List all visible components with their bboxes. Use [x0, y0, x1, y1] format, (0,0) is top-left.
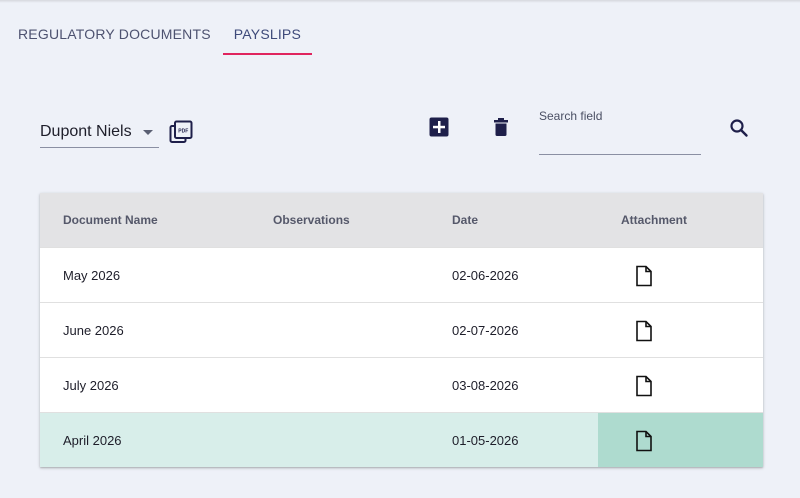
table-header: Document Name Observations Date Attachme… [40, 193, 763, 247]
column-header-date[interactable]: Date [452, 213, 478, 227]
payslips-table: Document Name Observations Date Attachme… [40, 193, 763, 467]
table-row[interactable]: May 2026 02-06-2026 [40, 247, 763, 302]
file-icon[interactable] [635, 320, 653, 342]
employee-select-value: Dupont Niels [40, 123, 132, 140]
tab-payslips[interactable]: PAYSLIPS [222, 14, 313, 55]
tab-bar: REGULATORY DOCUMENTS PAYSLIPS [0, 14, 313, 55]
active-tab-indicator [222, 53, 313, 55]
date-cell: 02-06-2026 [452, 268, 519, 283]
pdf-icon: PDF [169, 120, 193, 143]
date-cell: 01-05-2026 [452, 433, 519, 448]
column-header-document-name[interactable]: Document Name [63, 213, 158, 227]
attachment-cell [598, 413, 763, 467]
document-name-cell: May 2026 [63, 268, 121, 283]
add-box-icon [429, 117, 449, 137]
tab-label: PAYSLIPS [233, 26, 302, 42]
export-pdf-button[interactable]: PDF [169, 120, 193, 144]
tab-label: REGULATORY DOCUMENTS [18, 26, 211, 42]
app-bar-shadow [0, 0, 800, 3]
employee-select[interactable]: Dupont Niels [40, 118, 159, 148]
search-icon [730, 119, 748, 137]
attachment-cell [598, 248, 763, 302]
column-header-observations[interactable]: Observations [273, 213, 350, 227]
attachment-cell [598, 303, 763, 357]
search-field-label: Search field [539, 109, 603, 123]
file-icon[interactable] [635, 375, 653, 397]
document-name-cell: June 2026 [63, 323, 124, 338]
search-field[interactable]: Search field [539, 108, 701, 155]
table-row[interactable]: July 2026 03-08-2026 [40, 357, 763, 412]
trash-icon [494, 118, 508, 136]
add-document-button[interactable] [428, 116, 450, 138]
table-row[interactable]: June 2026 02-07-2026 [40, 302, 763, 357]
column-header-attachment[interactable]: Attachment [621, 213, 687, 227]
search-button[interactable] [727, 116, 751, 140]
svg-text:PDF: PDF [178, 128, 188, 134]
file-icon[interactable] [635, 430, 653, 452]
attachment-cell [598, 358, 763, 412]
date-cell: 03-08-2026 [452, 378, 519, 393]
document-name-cell: April 2026 [63, 433, 122, 448]
search-input[interactable] [539, 130, 701, 152]
table-row-selected[interactable]: April 2026 01-05-2026 [40, 412, 763, 467]
caret-down-icon [143, 130, 153, 135]
document-name-cell: July 2026 [63, 378, 119, 393]
delete-document-button[interactable] [490, 116, 512, 138]
date-cell: 02-07-2026 [452, 323, 519, 338]
file-icon[interactable] [635, 265, 653, 287]
tab-regulatory-documents[interactable]: REGULATORY DOCUMENTS [0, 14, 223, 54]
